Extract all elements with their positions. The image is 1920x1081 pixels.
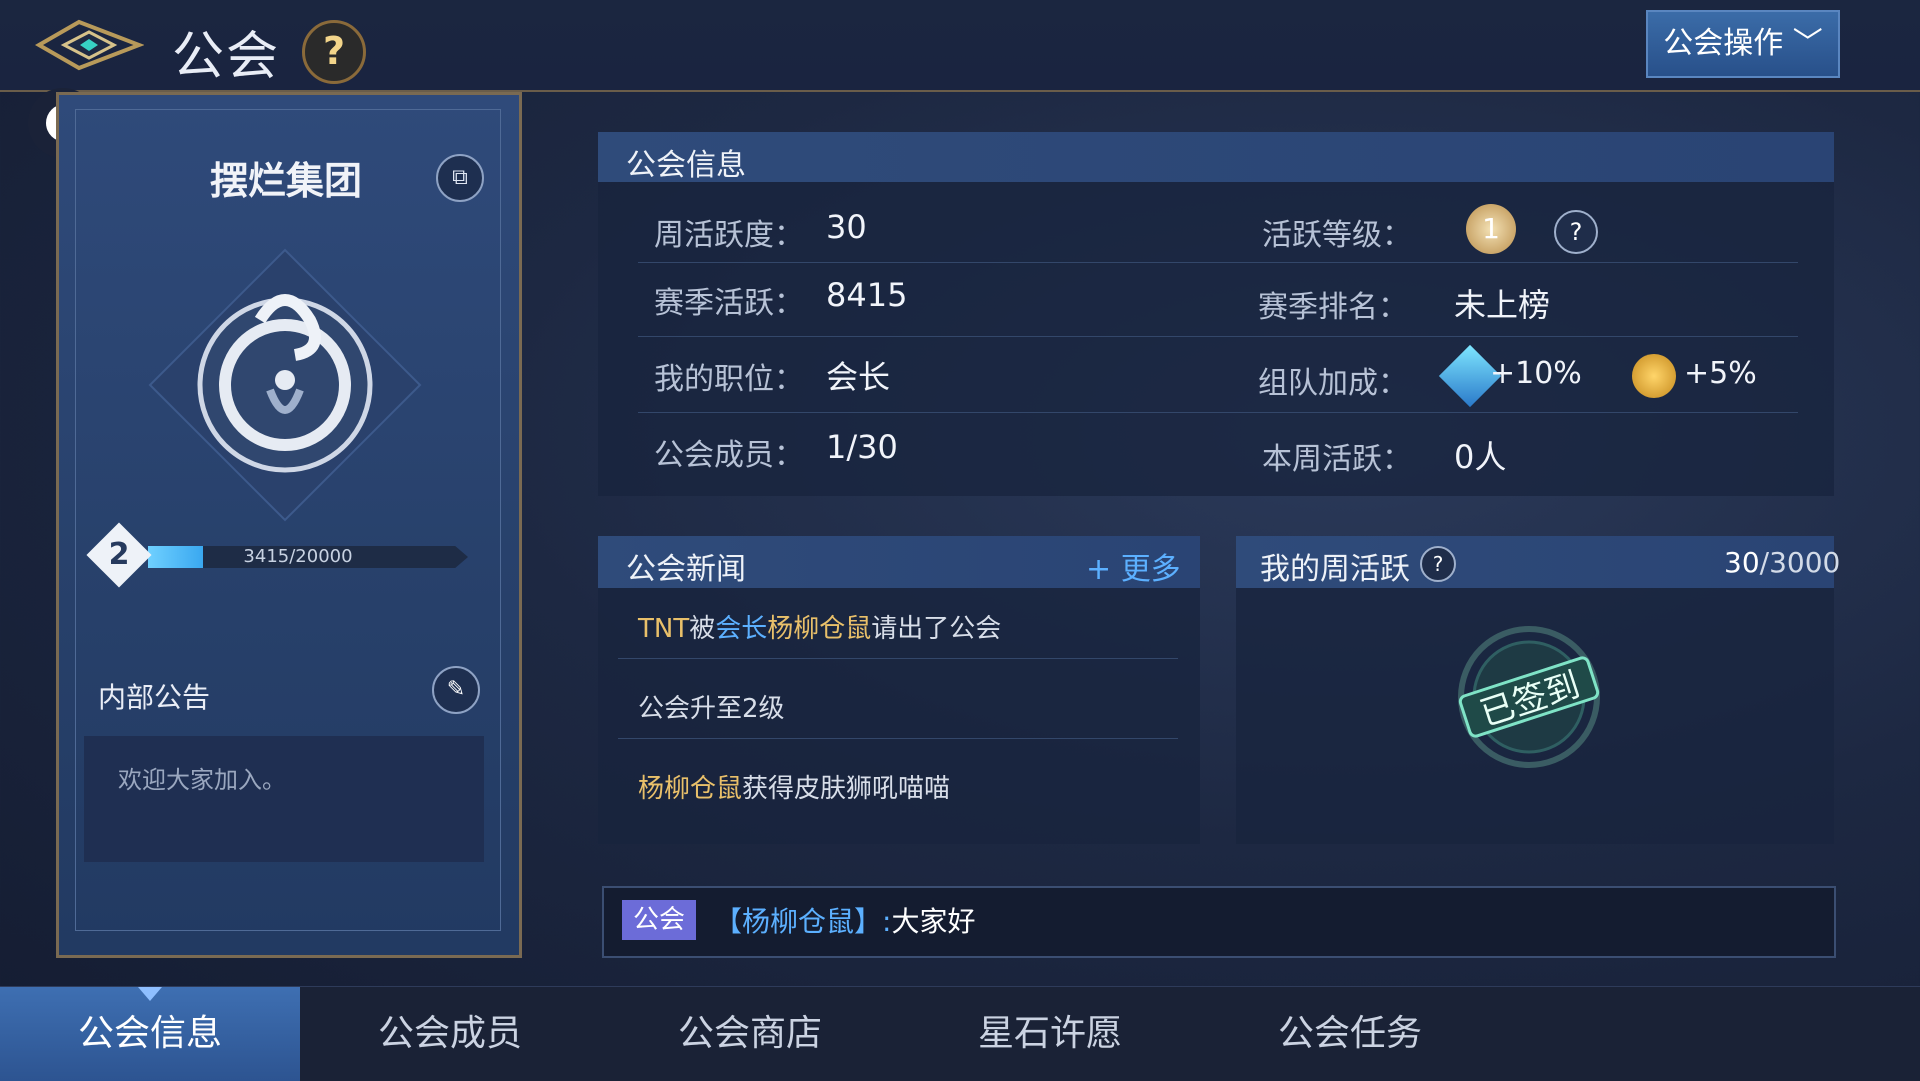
tab-guild-members[interactable]: 公会成员 <box>300 987 600 1081</box>
guild-info-header: 公会信息 <box>598 132 1834 183</box>
position-value: 会长 <box>826 358 891 396</box>
tab-guild-info[interactable]: 公会信息 <box>0 987 300 1081</box>
members-value: 1/30 <box>826 428 898 466</box>
season-rank-label: 赛季排名： <box>1258 290 1408 325</box>
guild-emblem <box>130 230 440 540</box>
guild-info-panel: 公会信息 周活跃度： 30 活跃等级： 1 ? 赛季活跃： 8415 赛季排名：… <box>598 132 1834 496</box>
row-divider <box>638 336 1798 337</box>
gold-coin-icon <box>1632 354 1676 398</box>
back-icon <box>34 19 145 71</box>
guild-news-header: 公会新闻 + 更多 <box>598 536 1200 588</box>
season-active-value: 8415 <box>826 276 908 314</box>
chat-channel-badge: 公会 <box>622 900 696 940</box>
news-role: 会长 <box>715 614 768 644</box>
help-icon[interactable]: ? <box>302 20 366 84</box>
chat-sender: 【杨柳仓鼠】 <box>714 905 883 938</box>
weekly-current: 30 <box>1724 546 1760 579</box>
my-weekly-active-panel: 我的周活跃 ? 30/3000 已签到 <box>1236 536 1840 844</box>
top-bar: 公会 ? 公会操作 ﹀ <box>0 0 1920 92</box>
row-divider <box>618 658 1178 659</box>
back-button[interactable] <box>34 14 145 76</box>
chevron-down-icon: ﹀ <box>1792 26 1823 61</box>
weekly-active-label: 周活跃度： <box>654 218 804 253</box>
news-text: 被 <box>689 614 716 644</box>
weekly-help-icon[interactable]: ? <box>1420 546 1456 582</box>
guild-news-panel: 公会新闻 + 更多 TNT被会长杨柳仓鼠请出了公会 公会升至2级 杨柳仓鼠获得皮… <box>598 536 1200 844</box>
notice-text: 欢迎大家加入。 <box>118 766 286 794</box>
guild-name: 摆烂集团 <box>210 159 363 203</box>
news-more-button[interactable]: + 更多 <box>1086 544 1181 588</box>
row-divider <box>638 412 1798 413</box>
bottom-tab-bar: 公会信息 公会成员 公会商店 星石许愿 公会任务 <box>0 986 1920 1081</box>
news-text: 请出了公会 <box>871 614 1002 644</box>
guild-level-number: 2 <box>108 537 130 572</box>
my-weekly-active-header: 我的周活跃 ? 30/3000 <box>1236 536 1840 588</box>
members-label: 公会成员： <box>654 438 804 473</box>
dragon-emblem-icon <box>148 248 422 522</box>
plus-icon: + <box>1086 552 1112 587</box>
chat-bar[interactable]: 公会 【杨柳仓鼠】:大家好 <box>602 886 1836 958</box>
guild-news-title: 公会新闻 <box>626 552 746 587</box>
team-bonus-1: +10% <box>1490 356 1582 391</box>
news-text: 获得皮肤狮吼喵喵 <box>742 774 951 804</box>
news-more-label: 更多 <box>1120 552 1181 587</box>
weekly-progress: 30/3000 <box>1724 546 1840 579</box>
active-level-value: 1 <box>1482 212 1500 245</box>
season-rank-value: 未上榜 <box>1454 286 1551 324</box>
news-item: 公会升至2级 <box>638 694 785 724</box>
news-actor: 杨柳仓鼠 <box>638 774 743 804</box>
guild-operations-label: 公会操作 <box>1663 26 1784 61</box>
row-divider <box>618 738 1178 739</box>
active-level-help-icon[interactable]: ? <box>1554 210 1598 254</box>
tab-star-wish[interactable]: 星石许愿 <box>900 987 1200 1081</box>
medal-icon: 1 <box>1466 204 1516 254</box>
news-item: TNT被会长杨柳仓鼠请出了公会 <box>638 608 1001 645</box>
season-active-label: 赛季活跃： <box>654 286 804 321</box>
guild-info-title: 公会信息 <box>626 148 746 183</box>
weekly-total: /3000 <box>1759 546 1841 579</box>
notice-label: 内部公告 <box>98 681 211 714</box>
my-weekly-active-title: 我的周活跃 <box>1260 552 1410 587</box>
page-title: 公会 <box>172 27 281 87</box>
tab-guild-shop[interactable]: 公会商店 <box>600 987 900 1081</box>
edit-icon[interactable]: ✎ <box>432 666 480 714</box>
team-bonus-label: 组队加成： <box>1258 366 1408 401</box>
copy-icon[interactable]: ⧉ <box>436 154 484 202</box>
row-divider <box>638 262 1798 263</box>
news-actor: TNT <box>638 614 690 644</box>
news-actor: 杨柳仓鼠 <box>767 614 872 644</box>
weekly-active-value: 30 <box>826 208 867 246</box>
tab-guild-tasks[interactable]: 公会任务 <box>1200 987 1500 1081</box>
checked-in-stamp-icon[interactable]: 已签到 <box>1454 622 1604 772</box>
chat-text: 大家好 <box>891 905 976 938</box>
news-item: 杨柳仓鼠获得皮肤狮吼喵喵 <box>638 768 950 805</box>
guild-operations-button[interactable]: 公会操作 ﹀ <box>1646 10 1840 78</box>
notice-text-box[interactable]: 欢迎大家加入。 <box>84 736 484 862</box>
position-label: 我的职位： <box>654 362 804 397</box>
team-bonus-2: +5% <box>1684 356 1757 391</box>
week-active-value: 0人 <box>1454 438 1507 476</box>
guild-level-progress-text: 3415/20000 <box>243 546 353 567</box>
chat-message: 【杨柳仓鼠】:大家好 <box>714 900 975 940</box>
week-active-label: 本周活跃： <box>1262 442 1412 477</box>
active-level-label: 活跃等级： <box>1262 218 1412 253</box>
